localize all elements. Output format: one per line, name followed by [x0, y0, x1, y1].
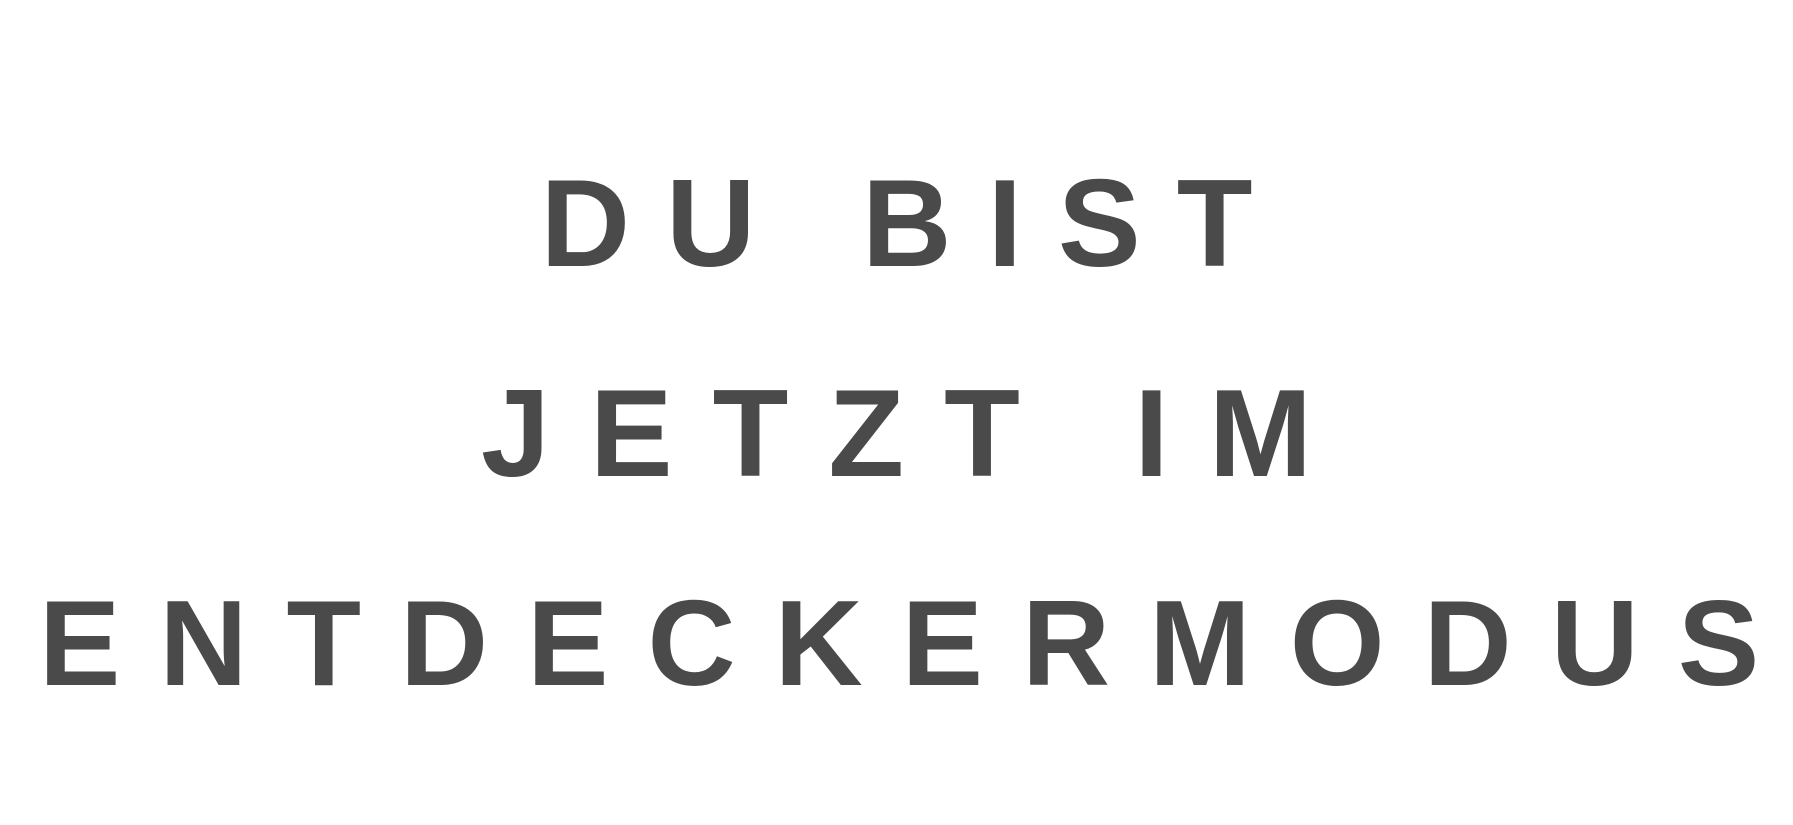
headline-line-2: JETZT IM — [480, 365, 1353, 503]
headline-line-1: DU BIST — [540, 155, 1289, 293]
headline-line-3: ENTDECKERMODUS — [39, 575, 1793, 711]
headline-graphic: DU BIST JETZT IM ENTDECKERMODUS — [0, 0, 1793, 825]
